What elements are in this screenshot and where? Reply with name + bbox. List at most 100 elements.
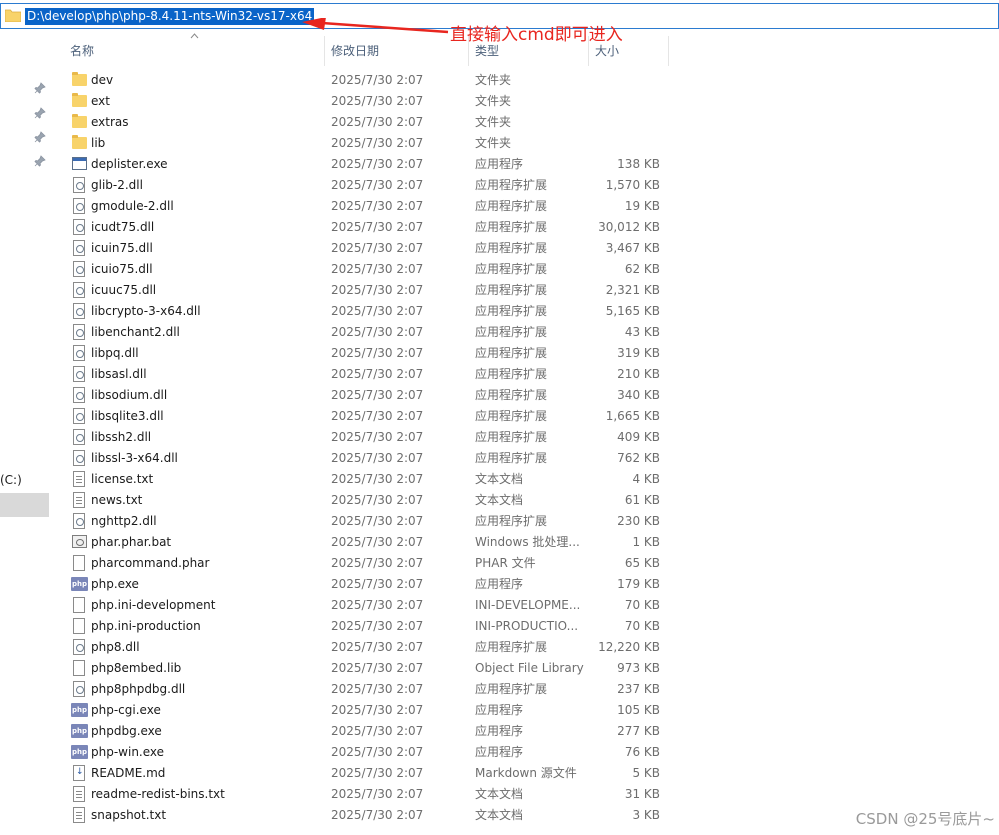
file-date: 2025/7/30 2:07 <box>331 451 424 465</box>
file-size: 62 KB <box>624 262 660 276</box>
file-name: icuio75.dll <box>91 262 153 276</box>
address-path[interactable]: D:\develop\php\php-8.4.11-nts-Win32-vs17… <box>25 8 315 25</box>
folder-icon <box>5 9 21 22</box>
file-type: 文件夹 <box>475 94 512 108</box>
file-date: 2025/7/30 2:07 <box>331 493 424 507</box>
dll-icon <box>73 387 85 403</box>
file-name: php8embed.lib <box>91 661 182 675</box>
file-row[interactable]: dev 2025/7/30 2:07 文件夹 <box>60 70 670 91</box>
file-type: 应用程序 <box>475 157 524 171</box>
file-type: 应用程序扩展 <box>475 283 548 297</box>
file-size: 70 KB <box>624 598 660 612</box>
file-row[interactable]: gmodule-2.dll 2025/7/30 2:07 应用程序扩展 19 KB <box>60 196 670 217</box>
file-row[interactable]: ext 2025/7/30 2:07 文件夹 <box>60 91 670 112</box>
file-row[interactable]: php php-cgi.exe 2025/7/30 2:07 应用程序 105 KB <box>60 700 670 721</box>
file-size: 3,467 KB <box>605 241 660 255</box>
file-row[interactable]: news.txt 2025/7/30 2:07 文本文档 61 KB <box>60 490 670 511</box>
file-row[interactable]: libssl-3-x64.dll 2025/7/30 2:07 应用程序扩展 762 … <box>60 448 670 469</box>
folder-icon <box>72 72 87 86</box>
file-row[interactable]: php8phpdbg.dll 2025/7/30 2:07 应用程序扩展 237 KB <box>60 679 670 700</box>
file-name: libcrypto-3-x64.dll <box>91 304 201 318</box>
column-header-date[interactable]: 修改日期 <box>331 40 379 62</box>
file-size: 210 KB <box>617 367 660 381</box>
file-size: 105 KB <box>617 703 660 717</box>
file-size: 762 KB <box>617 451 660 465</box>
file-row[interactable]: libcrypto-3-x64.dll 2025/7/30 2:07 应用程序扩展 5… <box>60 301 670 322</box>
file-row[interactable]: libsqlite3.dll 2025/7/30 2:07 应用程序扩展 1,665 … <box>60 406 670 427</box>
nav-selected-item[interactable] <box>0 493 49 517</box>
dll-icon <box>73 366 85 382</box>
file-row[interactable]: libssh2.dll 2025/7/30 2:07 应用程序扩展 409 KB <box>60 427 670 448</box>
php-icon: php <box>71 724 88 738</box>
file-row[interactable]: icuio75.dll 2025/7/30 2:07 应用程序扩展 62 KB <box>60 259 670 280</box>
file-date: 2025/7/30 2:07 <box>331 178 424 192</box>
file-row[interactable]: php8.dll 2025/7/30 2:07 应用程序扩展 12,220 KB <box>60 637 670 658</box>
file-row[interactable]: lib 2025/7/30 2:07 文件夹 <box>60 133 670 154</box>
nav-drive-c[interactable]: (C:) <box>0 473 22 487</box>
file-row[interactable]: libsodium.dll 2025/7/30 2:07 应用程序扩展 340 KB <box>60 385 670 406</box>
dll-icon <box>73 219 85 235</box>
file-row[interactable]: libsasl.dll 2025/7/30 2:07 应用程序扩展 210 KB <box>60 364 670 385</box>
file-name: php8.dll <box>91 640 140 654</box>
column-header-name[interactable]: 名称 <box>70 40 94 62</box>
file-row[interactable]: php8embed.lib 2025/7/30 2:07 Object File L… <box>60 658 670 679</box>
file-row[interactable]: phar.phar.bat 2025/7/30 2:07 Windows 批处理..… <box>60 532 670 553</box>
file-row[interactable]: snapshot.txt 2025/7/30 2:07 文本文档 3 KB <box>60 805 670 826</box>
pin-icon[interactable] <box>34 131 46 143</box>
file-row[interactable]: icudt75.dll 2025/7/30 2:07 应用程序扩展 30,012 KB <box>60 217 670 238</box>
file-row[interactable]: php php.exe 2025/7/30 2:07 应用程序 179 KB <box>60 574 670 595</box>
file-size: 31 KB <box>624 787 660 801</box>
dll-icon <box>73 177 85 193</box>
column-divider[interactable] <box>468 36 469 66</box>
file-row[interactable]: nghttp2.dll 2025/7/30 2:07 应用程序扩展 230 KB <box>60 511 670 532</box>
file-row[interactable]: extras 2025/7/30 2:07 文件夹 <box>60 112 670 133</box>
file-row[interactable]: icuuc75.dll 2025/7/30 2:07 应用程序扩展 2,321 KB <box>60 280 670 301</box>
file-type: 应用程序扩展 <box>475 220 548 234</box>
column-divider[interactable] <box>668 36 669 66</box>
file-date: 2025/7/30 2:07 <box>331 703 424 717</box>
column-header-type[interactable]: 类型 <box>475 40 499 62</box>
file-type: 应用程序扩展 <box>475 199 548 213</box>
file-row[interactable]: readme-redist-bins.txt 2025/7/30 2:07 文本文档… <box>60 784 670 805</box>
file-row[interactable]: README.md 2025/7/30 2:07 Markdown 源文件 5 KB <box>60 763 670 784</box>
file-name: phar.phar.bat <box>91 535 172 549</box>
file-type: 应用程序扩展 <box>475 241 548 255</box>
pin-icon[interactable] <box>34 155 46 167</box>
file-row[interactable]: license.txt 2025/7/30 2:07 文本文档 4 KB <box>60 469 670 490</box>
folder-icon <box>72 135 87 149</box>
file-row[interactable]: deplister.exe 2025/7/30 2:07 应用程序 138 KB <box>60 154 670 175</box>
file-row[interactable]: php php-win.exe 2025/7/30 2:07 应用程序 76 KB <box>60 742 670 763</box>
pin-icon[interactable] <box>34 107 46 119</box>
column-divider[interactable] <box>588 36 589 66</box>
file-size: 43 KB <box>624 325 660 339</box>
file-date: 2025/7/30 2:07 <box>331 556 424 570</box>
column-divider[interactable] <box>324 36 325 66</box>
file-size: 5 KB <box>632 766 660 780</box>
file-row[interactable]: libenchant2.dll 2025/7/30 2:07 应用程序扩展 43 KB <box>60 322 670 343</box>
file-row[interactable]: php.ini-development 2025/7/30 2:07 INI-DEV… <box>60 595 670 616</box>
exe-icon <box>72 157 87 170</box>
file-date: 2025/7/30 2:07 <box>331 220 424 234</box>
file-name: php-cgi.exe <box>91 703 161 717</box>
pin-icon[interactable] <box>34 82 46 94</box>
file-row[interactable]: pharcommand.phar 2025/7/30 2:07 PHAR 文件 65 … <box>60 553 670 574</box>
file-row[interactable]: php.ini-production 2025/7/30 2:07 INI-PROD… <box>60 616 670 637</box>
file-row[interactable]: glib-2.dll 2025/7/30 2:07 应用程序扩展 1,570 KB <box>60 175 670 196</box>
file-name: pharcommand.phar <box>91 556 210 570</box>
file-date: 2025/7/30 2:07 <box>331 241 424 255</box>
php-icon: php <box>71 703 88 717</box>
file-type: Windows 批处理... <box>475 535 580 549</box>
file-type: 应用程序 <box>475 577 524 591</box>
file-icon <box>73 618 85 634</box>
file-name: icudt75.dll <box>91 220 155 234</box>
file-name: ext <box>91 94 110 108</box>
file-size: 76 KB <box>624 745 660 759</box>
file-row[interactable]: php phpdbg.exe 2025/7/30 2:07 应用程序 277 KB <box>60 721 670 742</box>
file-size: 30,012 KB <box>598 220 660 234</box>
sort-ascending-icon <box>190 33 199 39</box>
file-row[interactable]: libpq.dll 2025/7/30 2:07 应用程序扩展 319 KB <box>60 343 670 364</box>
column-header-size[interactable]: 大小 <box>595 40 619 62</box>
file-row[interactable]: icuin75.dll 2025/7/30 2:07 应用程序扩展 3,467 KB <box>60 238 670 259</box>
file-type: 应用程序扩展 <box>475 388 548 402</box>
file-type: 应用程序扩展 <box>475 346 548 360</box>
